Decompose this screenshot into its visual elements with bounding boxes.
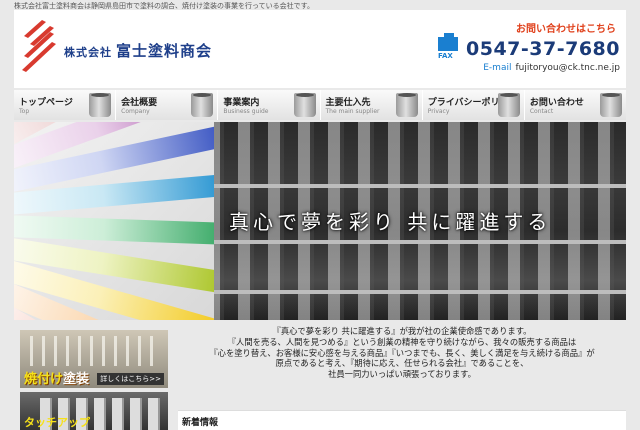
phone-number: 0547-37-7680 (466, 38, 620, 60)
news-section: 新着情報 (178, 410, 626, 430)
paint-can-icon (191, 93, 214, 117)
mission-line: 原点であると考え、『期待に応え、任せられる会社』であることを、 (275, 358, 529, 369)
baking-title-a: 焼付け (24, 372, 64, 387)
company-mission: 『真心で夢を彩り 共に躍進する』が我が社の企業使命感であります。 『人間を売る、… (178, 326, 626, 398)
baking-banner-title: 焼付け塗装 (24, 368, 89, 387)
logo-prefix: 株式会社 (64, 46, 112, 59)
nav-sublabel: Top (19, 108, 30, 115)
paint-can-icon (600, 93, 623, 117)
hero-caption: 真心で夢を彩り 共に躍進する (229, 210, 552, 234)
header: 株式会社 富士塗料商会 お問い合わせはこちら FAX 0547-37-7680 E… (14, 10, 626, 88)
page: 株式会社富士塗料商会は静岡県島田市で塗料の調合、焼付け塗装の事業を行っている会社… (0, 0, 640, 430)
nav-label: 会社概要 (121, 98, 158, 108)
nav-sublabel: The main supplier (325, 108, 380, 115)
nav-sublabel: Contact (529, 108, 554, 115)
nav-label: トップページ (19, 98, 73, 108)
fax-icon: FAX (438, 33, 460, 61)
nav-sublabel: Privacy (427, 108, 450, 115)
email-row: E-mail fujitoryou@ck.tnc.ne.jp (438, 63, 620, 73)
main-nav: トップページ Top 会社概要 Company 事業案内 Business gu… (14, 90, 627, 120)
nav-sublabel: Company (121, 108, 150, 115)
logo-mark-icon (22, 20, 56, 72)
shelf-divider (194, 290, 626, 294)
paint-can-icon (293, 93, 316, 117)
nav-label: 事業案内 (223, 98, 260, 108)
touchup-banner[interactable]: タッチアップ (20, 392, 168, 430)
news-heading: 新着情報 (182, 418, 219, 428)
nav-item-privacy[interactable]: プライバシーポリシー Privacy (422, 90, 525, 120)
mission-line: 社員一同力いっぱい頑張っております。 (328, 369, 476, 380)
left-sidebar: 焼付け塗装 詳しくはこちら>> タッチアップ (14, 326, 174, 430)
phone-row: FAX 0547-37-7680 (438, 33, 620, 61)
color-swatch-fan (14, 122, 214, 320)
nav-label: お問い合わせ (529, 98, 584, 108)
nav-item-supplier[interactable]: 主要仕入先 The main supplier (320, 90, 423, 120)
shelf-divider (194, 240, 626, 244)
contact-heading[interactable]: お問い合わせはこちら (438, 20, 616, 35)
email-address[interactable]: fujitoryou@ck.tnc.ne.jp (515, 63, 620, 73)
email-label: E-mail (483, 63, 512, 73)
touchup-banner-title: タッチアップ (24, 416, 90, 429)
mission-line: 『人間を売る、人間を見つめる』という創業の精神を守り続けながら、我々の販売する商… (227, 336, 577, 347)
nav-sublabel: Business guide (223, 108, 269, 115)
shelf-divider (194, 184, 626, 188)
paint-can-icon (497, 93, 520, 117)
company-logo[interactable]: 株式会社 富士塗料商会 (64, 40, 212, 61)
paint-can-icon (395, 93, 418, 117)
nav-label: 主要仕入先 (325, 98, 371, 108)
contact-block: お問い合わせはこちら FAX 0547-37-7680 E-mail fujito… (438, 20, 620, 73)
hero-image: 真心で夢を彩り 共に躍進する (14, 122, 626, 320)
rack-photo (30, 336, 160, 366)
fax-label: FAX (438, 52, 453, 60)
nav-item-top[interactable]: トップページ Top (14, 90, 117, 120)
logo-name: 富士塗料商会 (116, 42, 213, 60)
mission-line: 『心を塗り替え、お客様に安心感を与える商品』『いつまでも、長く、美しく満足を与え… (209, 347, 595, 358)
nav-item-business[interactable]: 事業案内 Business guide (218, 90, 321, 120)
nav-item-company[interactable]: 会社概要 Company (116, 90, 219, 120)
paint-can-icon (89, 93, 112, 117)
more-link[interactable]: 詳しくはこちら>> (97, 373, 164, 385)
nav-item-contact[interactable]: お問い合わせ Contact (524, 90, 627, 120)
baking-title-b: 塗装 (63, 372, 90, 387)
mission-line: 『真心で夢を彩り 共に躍進する』が我が社の企業使命感であります。 (272, 326, 532, 336)
baking-paint-banner[interactable]: 焼付け塗装 詳しくはこちら>> (20, 330, 168, 388)
